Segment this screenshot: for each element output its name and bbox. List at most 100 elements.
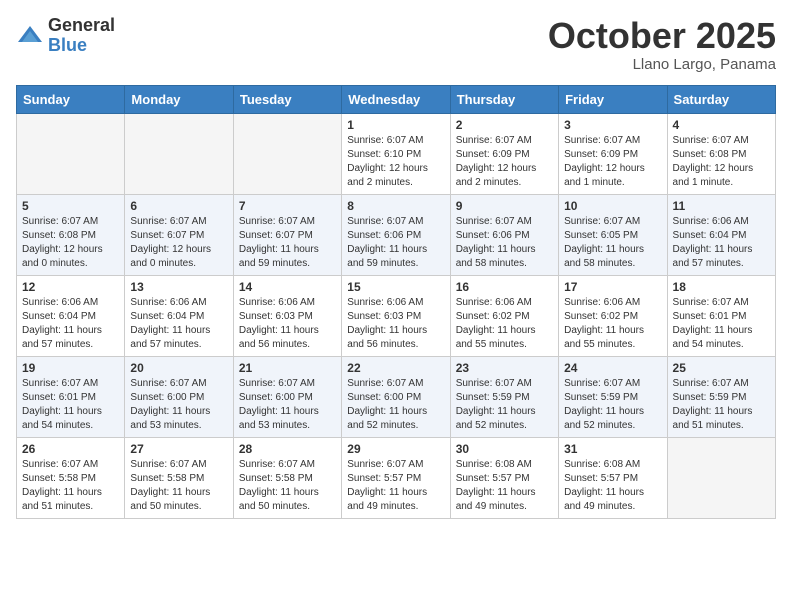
- day-info: Sunrise: 6:07 AMSunset: 6:08 PMDaylight:…: [673, 134, 770, 190]
- calendar-day-cell: 15 Sunrise: 6:06 AMSunset: 6:03 PMDayligh…: [342, 275, 450, 356]
- day-number: 9: [456, 199, 553, 213]
- calendar-week-row: 5 Sunrise: 6:07 AMSunset: 6:08 PMDaylight…: [17, 194, 776, 275]
- calendar-day-cell: 22Sunrise: 6:07 AMSunset: 6:00 PMDayligh…: [342, 356, 450, 437]
- day-info: Sunrise: 6:07 AMSunset: 5:58 PMDaylight:…: [130, 458, 227, 514]
- day-number: 20: [130, 361, 227, 375]
- day-number: 15: [347, 280, 444, 294]
- calendar-week-row: 1 Sunrise: 6:07 AMSunset: 6:10 PMDaylight…: [17, 113, 776, 194]
- logo-blue: Blue: [48, 35, 87, 55]
- day-number: 17: [564, 280, 661, 294]
- calendar-day-cell: 18 Sunrise: 6:07 AMSunset: 6:01 PMDayligh…: [667, 275, 775, 356]
- logo: General Blue: [16, 16, 115, 56]
- day-number: 11: [673, 199, 770, 213]
- day-info: Sunrise: 6:07 AMSunset: 6:07 PMDaylight:…: [239, 215, 336, 271]
- day-info: Sunrise: 6:07 AMSunset: 5:59 PMDaylight:…: [673, 377, 770, 433]
- calendar-table: SundayMondayTuesdayWednesdayThursdayFrid…: [16, 85, 776, 519]
- day-number: 14: [239, 280, 336, 294]
- day-number: 31: [564, 442, 661, 456]
- day-number: 6: [130, 199, 227, 213]
- calendar-day-cell: 19Sunrise: 6:07 AMSunset: 6:01 PMDayligh…: [17, 356, 125, 437]
- day-info: Sunrise: 6:06 AMSunset: 6:02 PMDaylight:…: [456, 296, 553, 352]
- calendar-day-cell: 3Sunrise: 6:07 AMSunset: 6:09 PMDaylight…: [559, 113, 667, 194]
- day-number: 18: [673, 280, 770, 294]
- day-number: 25: [673, 361, 770, 375]
- day-info: Sunrise: 6:07 AMSunset: 6:06 PMDaylight:…: [347, 215, 444, 271]
- day-number: 21: [239, 361, 336, 375]
- weekday-header: Wednesday: [342, 85, 450, 113]
- calendar-day-cell: 28Sunrise: 6:07 AMSunset: 5:58 PMDayligh…: [233, 437, 341, 518]
- day-number: 10: [564, 199, 661, 213]
- calendar-day-cell: 27 Sunrise: 6:07 AMSunset: 5:58 PMDayligh…: [125, 437, 233, 518]
- day-number: 12: [22, 280, 119, 294]
- weekday-header: Saturday: [667, 85, 775, 113]
- page-header: General Blue October 2025 Llano Largo, P…: [16, 16, 776, 73]
- weekday-header: Friday: [559, 85, 667, 113]
- weekday-header: Thursday: [450, 85, 558, 113]
- day-info: Sunrise: 6:07 AMSunset: 6:00 PMDaylight:…: [130, 377, 227, 433]
- day-number: 27: [130, 442, 227, 456]
- day-info: Sunrise: 6:07 AMSunset: 6:00 PMDaylight:…: [239, 377, 336, 433]
- day-info: Sunrise: 6:07 AMSunset: 5:58 PMDaylight:…: [22, 458, 119, 514]
- day-info: Sunrise: 6:06 AMSunset: 6:03 PMDaylight:…: [239, 296, 336, 352]
- day-info: Sunrise: 6:07 AMSunset: 6:00 PMDaylight:…: [347, 377, 444, 433]
- month-title: October 2025: [548, 16, 776, 56]
- day-info: Sunrise: 6:07 AMSunset: 6:01 PMDaylight:…: [673, 296, 770, 352]
- day-info: Sunrise: 6:07 AMSunset: 5:59 PMDaylight:…: [564, 377, 661, 433]
- calendar-day-cell: 20 Sunrise: 6:07 AMSunset: 6:00 PMDayligh…: [125, 356, 233, 437]
- day-info: Sunrise: 6:07 AMSunset: 6:01 PMDaylight:…: [22, 377, 119, 433]
- day-info: Sunrise: 6:07 AMSunset: 6:07 PMDaylight:…: [130, 215, 227, 271]
- calendar-day-cell: [17, 113, 125, 194]
- calendar-week-row: 26 Sunrise: 6:07 AMSunset: 5:58 PMDayligh…: [17, 437, 776, 518]
- logo-icon: [16, 22, 44, 50]
- calendar-day-cell: 31Sunrise: 6:08 AMSunset: 5:57 PMDayligh…: [559, 437, 667, 518]
- day-number: 4: [673, 118, 770, 132]
- calendar-day-cell: [233, 113, 341, 194]
- day-info: Sunrise: 6:07 AMSunset: 6:06 PMDaylight:…: [456, 215, 553, 271]
- calendar-day-cell: 10Sunrise: 6:07 AMSunset: 6:05 PMDayligh…: [559, 194, 667, 275]
- day-number: 1: [347, 118, 444, 132]
- logo-text: General Blue: [48, 16, 115, 56]
- day-number: 26: [22, 442, 119, 456]
- day-number: 30: [456, 442, 553, 456]
- day-info: Sunrise: 6:07 AMSunset: 6:08 PMDaylight:…: [22, 215, 119, 271]
- calendar-week-row: 19Sunrise: 6:07 AMSunset: 6:01 PMDayligh…: [17, 356, 776, 437]
- calendar-day-cell: 7 Sunrise: 6:07 AMSunset: 6:07 PMDaylight…: [233, 194, 341, 275]
- weekday-header: Sunday: [17, 85, 125, 113]
- day-info: Sunrise: 6:07 AMSunset: 5:59 PMDaylight:…: [456, 377, 553, 433]
- calendar-day-cell: 24 Sunrise: 6:07 AMSunset: 5:59 PMDayligh…: [559, 356, 667, 437]
- calendar-day-cell: 14 Sunrise: 6:06 AMSunset: 6:03 PMDayligh…: [233, 275, 341, 356]
- calendar-day-cell: 30 Sunrise: 6:08 AMSunset: 5:57 PMDayligh…: [450, 437, 558, 518]
- day-info: Sunrise: 6:07 AMSunset: 6:10 PMDaylight:…: [347, 134, 444, 190]
- weekday-header: Tuesday: [233, 85, 341, 113]
- calendar-day-cell: 23 Sunrise: 6:07 AMSunset: 5:59 PMDayligh…: [450, 356, 558, 437]
- calendar-day-cell: 13 Sunrise: 6:06 AMSunset: 6:04 PMDayligh…: [125, 275, 233, 356]
- calendar-day-cell: [125, 113, 233, 194]
- day-number: 3: [564, 118, 661, 132]
- title-block: October 2025 Llano Largo, Panama: [548, 16, 776, 73]
- calendar-day-cell: 12Sunrise: 6:06 AMSunset: 6:04 PMDayligh…: [17, 275, 125, 356]
- calendar-day-cell: 16 Sunrise: 6:06 AMSunset: 6:02 PMDayligh…: [450, 275, 558, 356]
- calendar-day-cell: 8Sunrise: 6:07 AMSunset: 6:06 PMDaylight…: [342, 194, 450, 275]
- logo-general: General: [48, 15, 115, 35]
- day-number: 7: [239, 199, 336, 213]
- calendar-day-cell: 9 Sunrise: 6:07 AMSunset: 6:06 PMDaylight…: [450, 194, 558, 275]
- day-info: Sunrise: 6:06 AMSunset: 6:04 PMDaylight:…: [130, 296, 227, 352]
- calendar-day-cell: [667, 437, 775, 518]
- day-number: 24: [564, 361, 661, 375]
- day-info: Sunrise: 6:07 AMSunset: 5:57 PMDaylight:…: [347, 458, 444, 514]
- calendar-day-cell: 21 Sunrise: 6:07 AMSunset: 6:00 PMDayligh…: [233, 356, 341, 437]
- weekday-header: Monday: [125, 85, 233, 113]
- day-number: 2: [456, 118, 553, 132]
- day-info: Sunrise: 6:08 AMSunset: 5:57 PMDaylight:…: [456, 458, 553, 514]
- day-info: Sunrise: 6:06 AMSunset: 6:03 PMDaylight:…: [347, 296, 444, 352]
- calendar-day-cell: 25 Sunrise: 6:07 AMSunset: 5:59 PMDayligh…: [667, 356, 775, 437]
- day-number: 13: [130, 280, 227, 294]
- day-number: 16: [456, 280, 553, 294]
- day-number: 23: [456, 361, 553, 375]
- calendar-day-cell: 2Sunrise: 6:07 AMSunset: 6:09 PMDaylight…: [450, 113, 558, 194]
- day-number: 5: [22, 199, 119, 213]
- calendar-week-row: 12 Sunrise: 6:06 AMSunset: 6:04 PMDayligh…: [17, 275, 776, 356]
- day-info: Sunrise: 6:06 AMSunset: 6:04 PMDaylight:…: [673, 215, 770, 271]
- calendar-day-cell: 5 Sunrise: 6:07 AMSunset: 6:08 PMDaylight…: [17, 194, 125, 275]
- calendar-day-cell: 4 Sunrise: 6:07 AMSunset: 6:08 PMDaylight…: [667, 113, 775, 194]
